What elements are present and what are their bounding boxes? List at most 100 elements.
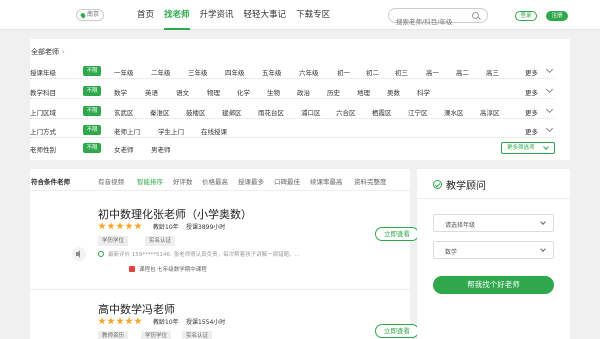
- nav-find-teacher[interactable]: 找老师: [159, 0, 195, 30]
- chevron-down-icon[interactable]: [545, 124, 554, 133]
- review-icon: [98, 251, 104, 257]
- teacher-name[interactable]: 高中数学冯老师: [98, 301, 175, 317]
- filter-option[interactable]: 政治: [297, 87, 310, 97]
- city-selector[interactable]: 南京: [76, 9, 105, 21]
- login-button[interactable]: 登录: [515, 11, 537, 21]
- search-icon[interactable]: [472, 12, 479, 19]
- filter-all-badge[interactable]: 不限: [83, 86, 101, 96]
- chevron-right-icon: ›: [62, 48, 65, 56]
- sort-bar: 符合条件老师 有音视频 智能排序 好评数 价格最高 授课最多 口碑最佳 续课率最…: [30, 169, 410, 191]
- tag-badge: 教师资历: [98, 331, 129, 339]
- filter-option[interactable]: 六年级: [299, 67, 319, 77]
- find-teacher-button[interactable]: 帮我找个好老师: [433, 276, 554, 294]
- filter-option[interactable]: 男老师: [151, 144, 171, 154]
- more-link[interactable]: 更多: [525, 126, 538, 136]
- filter-option[interactable]: 语文: [176, 87, 189, 97]
- filter-option[interactable]: 初一: [337, 67, 350, 77]
- teacher-results: 符合条件老师 有音视频 智能排序 好评数 价格最高 授课最多 口碑最佳 续课率最…: [30, 169, 419, 339]
- sort-option[interactable]: 续课率最高: [310, 176, 343, 186]
- sort-option[interactable]: 口碑最佳: [274, 176, 300, 186]
- card-divider: [30, 289, 410, 290]
- filter-option[interactable]: 栖霞区: [372, 107, 392, 117]
- chevron-down-icon[interactable]: [545, 85, 554, 94]
- filter-option[interactable]: 老师上门: [114, 126, 140, 136]
- filter-option[interactable]: 高淳区: [480, 107, 500, 117]
- chevron-down-icon[interactable]: [545, 65, 554, 74]
- filter-option[interactable]: 二年级: [151, 67, 171, 77]
- more-filters-button[interactable]: 更多筛选项: [501, 142, 555, 154]
- more-link[interactable]: 更多: [525, 67, 538, 77]
- chevron-down-icon[interactable]: [545, 105, 554, 114]
- nav-milestones[interactable]: 轻轻大事记: [239, 0, 292, 30]
- filter-option[interactable]: 秦淮区: [150, 107, 170, 117]
- filter-option[interactable]: 六合区: [336, 107, 356, 117]
- filter-option[interactable]: 高三: [486, 67, 499, 77]
- filter-option[interactable]: 一年级: [114, 67, 134, 77]
- star-icon: [134, 222, 142, 230]
- filter-row-subject: 教学科目 不限 数学 英语 语文 物理 化学 生物 政治 历史 地理 奥数 科学…: [30, 83, 554, 99]
- nav-home[interactable]: 首页: [132, 0, 159, 30]
- subject-select-value: 数学: [445, 249, 458, 256]
- register-button[interactable]: 注册: [546, 11, 568, 21]
- filter-option[interactable]: 五年级: [262, 67, 282, 77]
- sort-option[interactable]: 价格最高: [202, 176, 228, 186]
- filter-option[interactable]: 溧水区: [444, 107, 464, 117]
- view-teacher-button[interactable]: 立即查看: [375, 324, 419, 338]
- sort-option[interactable]: 好评数: [173, 176, 193, 186]
- teaching-hours: 授课1554小时: [186, 319, 226, 326]
- filter-option[interactable]: 初三: [395, 67, 408, 77]
- more-link[interactable]: 更多: [525, 87, 538, 97]
- filter-all-badge[interactable]: 不限: [83, 106, 101, 116]
- filter-option[interactable]: 女老师: [114, 144, 134, 154]
- all-teachers-heading[interactable]: 全部老师 ›: [31, 47, 65, 57]
- sort-option[interactable]: 资料完整度: [354, 176, 387, 186]
- filter-all-badge[interactable]: 不限: [83, 125, 101, 135]
- filter-option[interactable]: 在线授课: [201, 126, 227, 136]
- sort-option[interactable]: 授课最多: [238, 176, 264, 186]
- course-package[interactable]: 课程包 七年级数学期中课程: [139, 265, 207, 273]
- filter-option[interactable]: 生物: [267, 87, 280, 97]
- view-teacher-button[interactable]: 立即查看: [375, 227, 419, 241]
- sort-option[interactable]: 智能排序: [137, 176, 163, 186]
- nav-admission-news[interactable]: 升学资讯: [195, 0, 239, 30]
- subject-select[interactable]: 数学: [433, 241, 554, 259]
- filter-option[interactable]: 鼓楼区: [186, 107, 206, 117]
- star-icon: [125, 222, 133, 230]
- filter-option[interactable]: 建邺区: [222, 107, 242, 117]
- filter-option[interactable]: 高一: [426, 67, 439, 77]
- filter-option[interactable]: 江宁区: [408, 107, 428, 117]
- filter-option[interactable]: 玄武区: [114, 107, 134, 117]
- sort-option[interactable]: 有音视频: [98, 176, 124, 186]
- filter-option[interactable]: 三年级: [188, 67, 208, 77]
- filter-option[interactable]: 英语: [145, 87, 158, 97]
- filter-option[interactable]: 雨花台区: [258, 107, 284, 117]
- star-icon: [98, 317, 106, 325]
- filter-option[interactable]: 物理: [207, 87, 220, 97]
- speaker-icon[interactable]: [72, 247, 86, 261]
- teaching-hours: 授课3899小时: [186, 224, 226, 231]
- nav-downloads[interactable]: 下载专区: [291, 0, 335, 30]
- filter-option[interactable]: 四年级: [225, 67, 245, 77]
- filter-option[interactable]: 初二: [366, 67, 379, 77]
- filter-option[interactable]: 地理: [357, 87, 370, 97]
- star-icon: [134, 317, 142, 325]
- filter-all-badge[interactable]: 不限: [83, 143, 101, 153]
- filter-all-badge[interactable]: 不限: [83, 66, 101, 76]
- more-link[interactable]: 更多: [525, 107, 538, 117]
- filter-row-district: 上门区域 不限 玄武区 秦淮区 鼓楼区 建邺区 雨花台区 浦口区 六合区 栖霞区…: [30, 103, 554, 119]
- filter-option[interactable]: 学生上门: [158, 126, 184, 136]
- filter-option[interactable]: 奥数: [387, 87, 400, 97]
- filter-row-grade: 授课年级 不限 一年级 二年级 三年级 四年级 五年级 六年级 初一 初二 初三…: [30, 63, 554, 79]
- teaching-years: 教龄10年: [153, 224, 179, 231]
- filter-option[interactable]: 数学: [114, 87, 127, 97]
- filter-option[interactable]: 历史: [327, 87, 340, 97]
- advisor-header: 教学顾问: [417, 169, 570, 199]
- filter-option[interactable]: 科学: [417, 87, 430, 97]
- filter-option[interactable]: 浦口区: [301, 107, 321, 117]
- search-input[interactable]: [396, 18, 476, 26]
- grade-select[interactable]: 请选择年级: [433, 214, 554, 232]
- filter-option[interactable]: 化学: [237, 87, 250, 97]
- tag-badge: 学历学位: [98, 236, 129, 246]
- teacher-name[interactable]: 初中数理化张老师（小学奥数）: [98, 206, 252, 222]
- filter-option[interactable]: 高二: [456, 67, 469, 77]
